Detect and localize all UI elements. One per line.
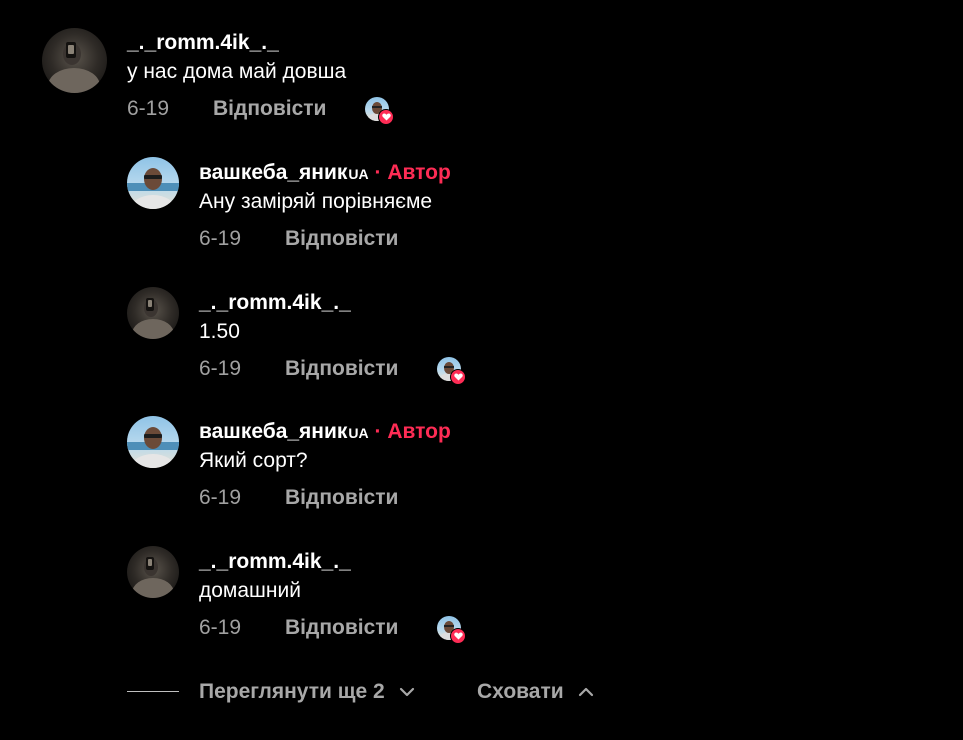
liked-by-creator-badge <box>437 357 466 385</box>
heart-icon <box>450 369 466 385</box>
reply-body: _._romm.4ik_._ домашний 6-19 Відповісти <box>199 549 466 644</box>
reply-text: домашний <box>199 579 301 602</box>
reply-item: вашкеба_яникUA · Автор Який сорт? 6-19 В… <box>127 416 927 516</box>
reply-username[interactable]: вашкеба_яникUA · Автор <box>199 419 451 445</box>
hide-label[interactable]: Сховати <box>477 680 564 703</box>
user-avatar[interactable] <box>127 287 179 339</box>
reply-username-text[interactable]: вашкеба_яник <box>199 420 347 443</box>
username-suffix: UA <box>348 425 369 441</box>
username-suffix: UA <box>348 166 369 182</box>
divider-line <box>127 691 179 692</box>
user-avatar[interactable] <box>42 28 107 93</box>
comment-username[interactable]: _._romm.4ik_._ <box>127 30 346 56</box>
user-avatar[interactable] <box>127 546 179 598</box>
view-more-replies-button[interactable]: Переглянути ще 2 <box>199 678 415 706</box>
author-badge: · Автор <box>374 161 451 184</box>
reply-button[interactable]: Відповісти <box>285 484 398 512</box>
liked-by-creator-badge <box>365 97 394 125</box>
hide-replies-button[interactable]: Сховати <box>477 678 594 706</box>
chevron-down-icon[interactable] <box>399 677 415 705</box>
reply-button[interactable]: Відповісти <box>213 95 326 123</box>
comment-date: 6-19 <box>127 97 170 120</box>
heart-icon <box>378 109 394 125</box>
reply-body: _._romm.4ik_._ 1.50 6-19 Відповісти <box>199 290 466 385</box>
reply-body: вашкеба_яникUA · Автор Який сорт? 6-19 В… <box>199 419 451 512</box>
reply-meta: 6-19 Відповісти <box>199 355 466 385</box>
reply-button[interactable]: Відповісти <box>285 225 398 253</box>
creator-avatar[interactable] <box>127 416 179 468</box>
reply-date: 6-19 <box>199 616 242 639</box>
heart-icon <box>450 628 466 644</box>
reply-meta: 6-19 Відповісти <box>199 225 451 253</box>
reply-date: 6-19 <box>199 486 242 509</box>
reply-meta: 6-19 Відповісти <box>199 484 451 512</box>
reply-text: Який сорт? <box>199 449 308 472</box>
reply-username[interactable]: _._romm.4ik_._ <box>199 549 351 575</box>
reply-username[interactable]: вашкеба_яникUA · Автор <box>199 160 451 186</box>
reply-username-text[interactable]: вашкеба_яник <box>199 161 347 184</box>
reply-item: вашкеба_яникUA · Автор Ану заміряй порів… <box>127 157 927 257</box>
reply-username[interactable]: _._romm.4ik_._ <box>199 290 351 316</box>
comment-text: у нас дома май довша <box>127 60 347 83</box>
author-badge: · Автор <box>374 420 451 443</box>
reply-item: _._romm.4ik_._ домашний 6-19 Відповісти <box>127 546 927 646</box>
replies-footer: Переглянути ще 2 Сховати <box>127 678 627 706</box>
reply-date: 6-19 <box>199 357 242 380</box>
creator-avatar[interactable] <box>127 157 179 209</box>
comment-body: _._romm.4ik_._ у нас дома май довша 6-19… <box>127 30 394 125</box>
reply-text: 1.50 <box>199 320 240 343</box>
reply-meta: 6-19 Відповісти <box>199 614 466 644</box>
reply-text: Ану заміряй порівняєме <box>199 190 433 213</box>
reply-button[interactable]: Відповісти <box>285 614 398 642</box>
comment-meta: 6-19 Відповісти <box>127 95 394 125</box>
reply-date: 6-19 <box>199 227 242 250</box>
comment-root: _._romm.4ik_._ у нас дома май довша 6-19… <box>42 28 942 128</box>
view-more-label[interactable]: Переглянути ще 2 <box>199 680 385 703</box>
chevron-up-icon[interactable] <box>578 677 594 705</box>
liked-by-creator-badge <box>437 616 466 644</box>
reply-button[interactable]: Відповісти <box>285 355 398 383</box>
reply-item: _._romm.4ik_._ 1.50 6-19 Відповісти <box>127 287 927 387</box>
reply-body: вашкеба_яникUA · Автор Ану заміряй порів… <box>199 160 451 253</box>
